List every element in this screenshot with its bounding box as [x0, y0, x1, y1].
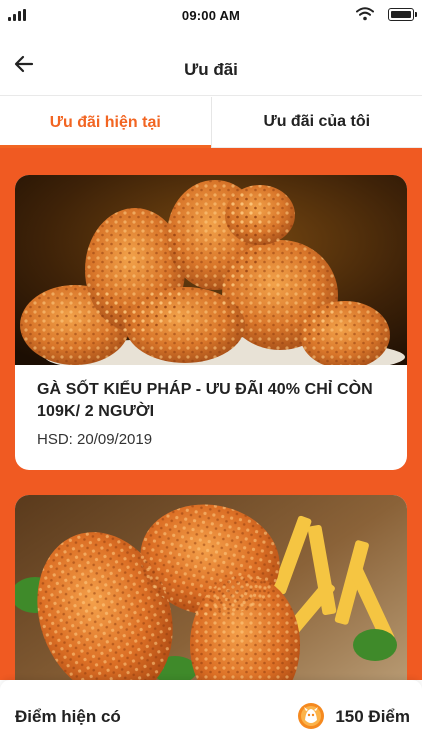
app-bar: Ưu đãi — [0, 30, 422, 96]
points-label: Điểm hiện có — [15, 707, 121, 726]
offer-title: GÀ SỐT KIỂU PHÁP - ƯU ĐÃI 40% CHỈ CÒN 10… — [37, 381, 373, 420]
offer-card[interactable]: GÀ SỐT KIỂU PHÁP - ƯU ĐÃI 40% CHỈ CÒN 10… — [15, 175, 407, 470]
offer-card-body: GÀ SỐT KIỂU PHÁP - ƯU ĐÃI 40% CHỈ CÒN 10… — [15, 365, 407, 448]
tab-bar: Ưu đãi hiện tại Ưu đãi của tôi — [0, 97, 422, 148]
points-value: 150 Điểm — [335, 707, 410, 726]
wifi-icon — [356, 7, 374, 21]
coin-mascot-icon — [297, 702, 325, 730]
offer-card[interactable] — [15, 495, 407, 680]
fried-chicken-photo — [15, 175, 407, 365]
battery-icon — [388, 8, 417, 21]
page-title: Ưu đãi — [184, 60, 238, 79]
offer-list: GÀ SỐT KIỂU PHÁP - ƯU ĐÃI 40% CHỈ CÒN 10… — [0, 148, 422, 680]
points-bar: Điểm hiện có 150 Điểm — [0, 680, 422, 750]
tab-current-offers[interactable]: Ưu đãi hiện tại — [0, 97, 211, 148]
offer-expiry: HSD: 20/09/2019 — [37, 431, 153, 448]
fried-chicken-fries-photo — [15, 495, 407, 680]
tab-my-offers[interactable]: Ưu đãi của tôi — [211, 97, 422, 148]
status-bar: 09:00 AM — [0, 0, 422, 30]
